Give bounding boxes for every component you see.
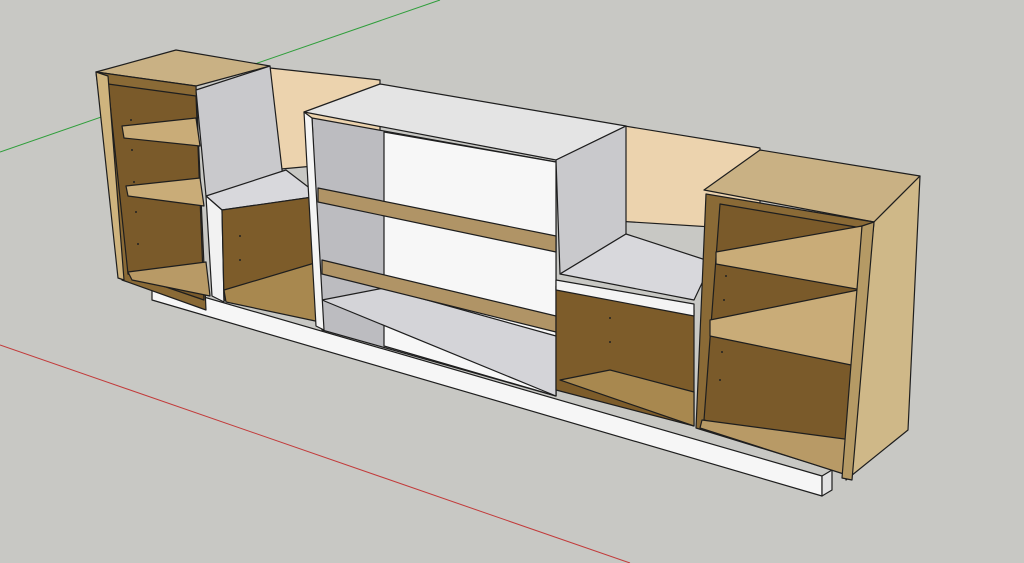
3d-viewport[interactable] <box>0 0 1024 563</box>
model-canvas[interactable] <box>0 0 1024 563</box>
